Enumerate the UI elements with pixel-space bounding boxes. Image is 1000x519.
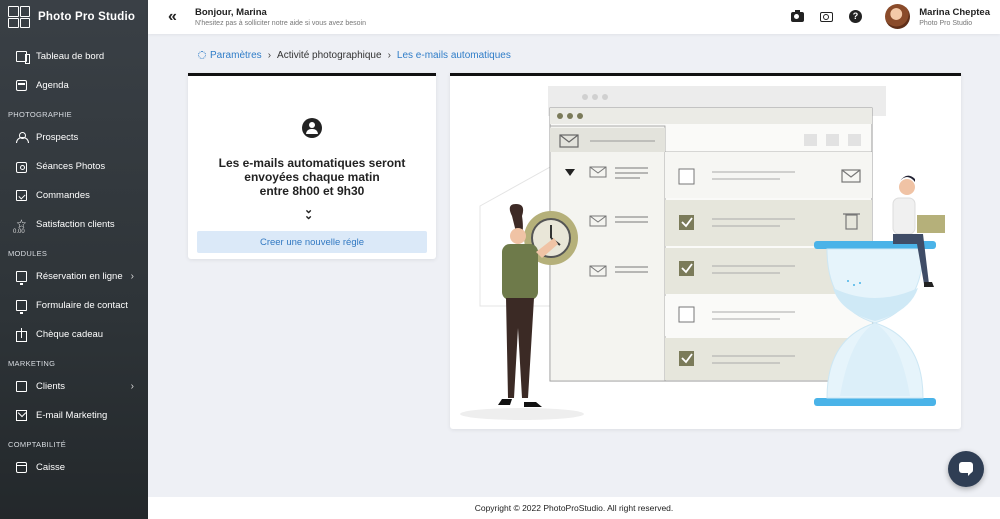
monitor-icon [16, 300, 27, 314]
camera-outline-icon[interactable] [820, 12, 833, 22]
user-name: Marina Cheptea [919, 6, 990, 18]
sidebar-item-label: Satisfaction clients [36, 219, 115, 230]
section-title-photographie: PHOTOGRAPHIE [8, 110, 72, 119]
top-header: « Bonjour, Marina N'hesitez pas à sollic… [148, 0, 1000, 34]
sidebar-item-commandes[interactable]: Commandes [0, 181, 148, 210]
avatar[interactable] [885, 4, 911, 29]
monitor-icon [16, 271, 27, 285]
illustration-card [450, 73, 961, 429]
copyright-text: Copyright © 2022 PhotoProStudio. All rig… [474, 503, 674, 513]
breadcrumb: Paramètres › Activité photographique › L… [198, 50, 511, 61]
footer: Copyright © 2022 PhotoProStudio. All rig… [148, 497, 1000, 519]
brand-name: Photo Pro Studio [38, 11, 136, 23]
sidebar-item-agenda[interactable]: Agenda [0, 71, 148, 100]
mail-icon [16, 410, 27, 421]
account-circle-icon [302, 118, 322, 138]
sidebar-item-email-marketing[interactable]: E-mail Marketing [0, 401, 148, 430]
help-icon[interactable]: ? [849, 10, 862, 23]
sidebar-item-label: Caisse [36, 462, 66, 473]
satisfaction-score: 0.00 [13, 229, 25, 235]
sidebar-item-label: Agenda [36, 80, 69, 91]
new-rule-button[interactable]: Creer une nouvelle régle [197, 231, 427, 253]
chevron-right-icon: › [130, 271, 134, 282]
sidebar-item-label: Tableau de bord [36, 51, 105, 62]
camera-icon [16, 162, 27, 173]
brand[interactable]: Photo Pro Studio [0, 0, 148, 34]
section-title-modules: MODULES [8, 249, 48, 258]
sidebar-item-label: Formulaire de contact [36, 300, 128, 311]
sidebar-item-label: Chèque cadeau [36, 329, 104, 340]
chevron-right-icon: › [130, 381, 134, 392]
breadcrumb-separator-icon: › [387, 50, 391, 61]
calendar-icon [16, 80, 27, 91]
sidebar-item-formulaire-de-contact[interactable]: Formulaire de contact [0, 291, 148, 320]
user-studio: Photo Pro Studio [919, 19, 973, 27]
brand-logo-icon [8, 6, 30, 28]
sidebar-item-label: Commandes [36, 190, 90, 201]
greeting-subtitle: N'hesitez pas à solliciter notre aide si… [195, 20, 366, 27]
camera-icon[interactable] [791, 10, 804, 22]
sidebar-item-dashboard[interactable]: Tableau de bord [0, 42, 148, 71]
wallet-icon [16, 462, 27, 473]
user-profile[interactable]: Marina Cheptea Photo Pro Studio [885, 4, 990, 29]
gear-icon [198, 51, 206, 59]
greeting-title: Bonjour, Marina [195, 7, 267, 18]
user-icon [16, 132, 29, 143]
contacts-icon [16, 381, 27, 392]
sidebar-item-caisse[interactable]: Caisse [0, 453, 148, 482]
orders-icon [16, 190, 27, 201]
sidebar-item-label: E-mail Marketing [36, 410, 108, 421]
collapse-sidebar-icon[interactable]: « [168, 9, 184, 25]
gift-icon [16, 327, 27, 342]
info-message: Les e-mails automatiques seront envoyées… [188, 156, 436, 198]
breadcrumb-separator-icon: › [267, 50, 272, 61]
sidebar-item-reservation-en-ligne[interactable]: Réservation en ligne › [0, 262, 148, 291]
greeting: Bonjour, Marina N'hesitez pas à sollicit… [195, 7, 366, 27]
sidebar-item-label: Prospects [36, 132, 79, 143]
dashboard-icon [16, 51, 30, 64]
info-line-3: entre 8h00 et 9h30 [259, 184, 365, 198]
breadcrumb-parametres[interactable]: Paramètres [198, 50, 262, 61]
breadcrumb-current: Les e-mails automatiques [396, 50, 511, 61]
info-line-1: Les e-mails automatiques seront [218, 156, 406, 170]
double-chevron-down-icon: ⌄ ⌄ [304, 204, 314, 222]
sidebar-item-label: Clients [36, 381, 66, 392]
sidebar-item-cheque-cadeau[interactable]: Chèque cadeau [0, 320, 148, 349]
info-line-2: envoyées chaque matin [244, 170, 380, 184]
sidebar-item-clients[interactable]: Clients › [0, 372, 148, 401]
sidebar-item-label: Réservation en ligne [36, 271, 123, 282]
header-actions: ? [791, 10, 862, 23]
breadcrumb-root-label: Paramètres [210, 50, 262, 61]
chat-support-button[interactable] [948, 451, 984, 487]
sidebar-item-prospects[interactable]: Prospects [0, 123, 148, 152]
sidebar-nav: Tableau de bord Agenda PHOTOGRAPHIE Pros… [0, 34, 148, 482]
sidebar: Photo Pro Studio Tableau de bord Agenda … [0, 0, 148, 519]
section-title-marketing: MARKETING [8, 359, 56, 368]
sidebar-item-label: Séances Photos [36, 161, 106, 172]
section-title-comptabilite: COMPTABILITÉ [8, 440, 67, 449]
sidebar-item-seances-photos[interactable]: Séances Photos [0, 152, 148, 181]
breadcrumb-activite[interactable]: Activité photographique [277, 50, 382, 61]
automatic-emails-illustration [460, 86, 945, 420]
info-card: Les e-mails automatiques seront envoyées… [188, 73, 436, 259]
sidebar-item-satisfaction-clients[interactable]: ☆ Satisfaction clients 0.00 [0, 210, 148, 239]
